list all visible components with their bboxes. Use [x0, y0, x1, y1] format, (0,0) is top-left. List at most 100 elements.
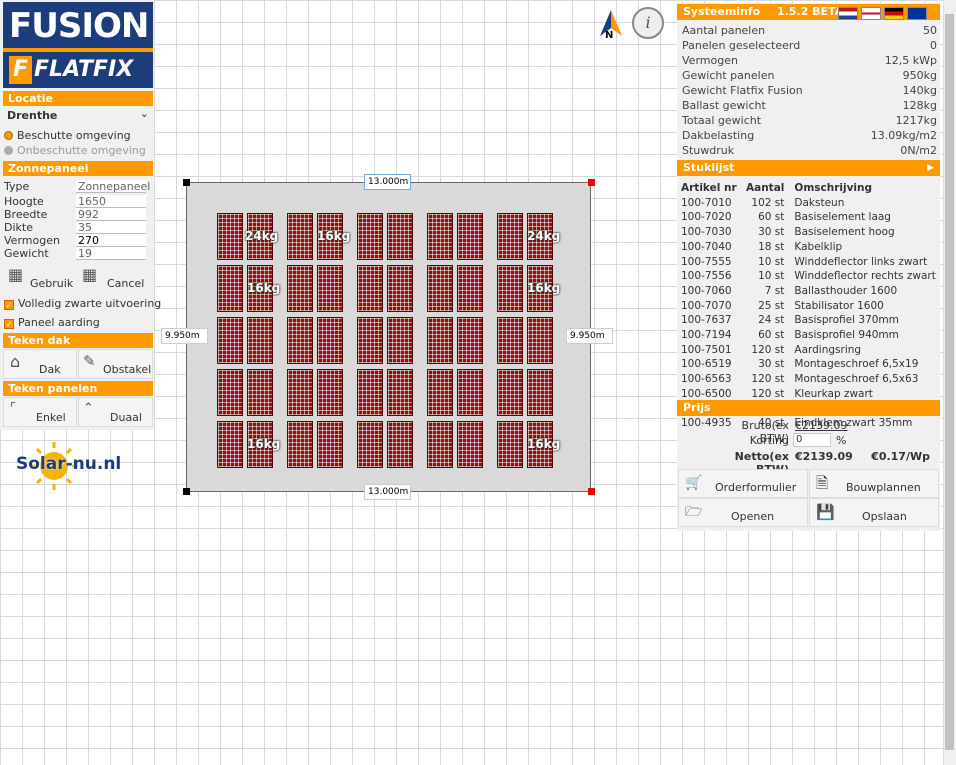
solar-panel[interactable] [387, 317, 413, 364]
arrow-right-icon[interactable]: ▶ [927, 160, 934, 176]
corner-handle[interactable] [183, 179, 190, 186]
solar-panel[interactable] [457, 369, 483, 416]
solar-panel[interactable] [287, 213, 313, 260]
solar-panel[interactable] [287, 369, 313, 416]
solar-panel[interactable] [357, 317, 383, 364]
dim-left-input[interactable]: 9.950m [161, 328, 208, 344]
solar-panel[interactable] [247, 369, 273, 416]
solar-panel[interactable] [357, 265, 383, 312]
label-dikte: Dikte [4, 221, 33, 234]
solar-panel[interactable] [427, 265, 453, 312]
solar-panel[interactable] [497, 213, 523, 260]
solar-panel[interactable] [317, 265, 343, 312]
solar-panel[interactable] [217, 369, 243, 416]
roof-area[interactable]: 24kg 16kg 24kg 16kg 16kg 16kg 16kg [186, 182, 591, 492]
ballast-weight-label: 16kg [247, 281, 281, 295]
solar-panel[interactable] [497, 369, 523, 416]
table-row: 100-7637 24 st Basisprofiel 370mm [681, 314, 936, 327]
table-row: 100-6500 120 st Kleurkap zwart [681, 388, 936, 401]
solar-panel[interactable] [427, 317, 453, 364]
solar-panel[interactable] [457, 213, 483, 260]
solar-panel[interactable] [317, 421, 343, 468]
solar-panel[interactable] [317, 317, 343, 364]
right-panel: Systeeminfo 1.5.2 BETA Aantal panelen 50 P… [677, 3, 940, 531]
solar-panel[interactable] [317, 369, 343, 416]
duaal-button[interactable]: ⌃ Duaal [78, 397, 153, 427]
info-row: Gewicht panelen 950kg [682, 68, 937, 83]
corner-handle[interactable] [588, 488, 595, 495]
solar-panel[interactable] [497, 317, 523, 364]
hoogte-field[interactable]: 1650 [76, 195, 146, 208]
solar-panel[interactable] [287, 317, 313, 364]
cell-artikel: 100-7556 [681, 270, 732, 283]
dak-button[interactable]: ⌂ Dak [3, 349, 77, 379]
systeeminfo-header: Systeeminfo 1.5.2 BETA [677, 4, 940, 20]
solar-panel[interactable] [387, 421, 413, 468]
solar-panel[interactable] [427, 369, 453, 416]
stuklijst-header[interactable]: Stuklijst ▶ [677, 160, 940, 176]
solar-panel[interactable] [527, 369, 553, 416]
info-label: Vermogen [682, 54, 738, 67]
solar-panel[interactable] [497, 421, 523, 468]
orderformulier-button[interactable]: 🛒 Orderformulier [678, 469, 808, 498]
solar-panel[interactable] [217, 317, 243, 364]
cancel-button[interactable]: ▦ Cancel [82, 265, 148, 290]
solar-panel[interactable] [357, 369, 383, 416]
scrollbar-thumb[interactable] [945, 14, 954, 750]
openen-button[interactable]: 🗁 Openen [678, 498, 808, 527]
solar-panel[interactable] [357, 421, 383, 468]
corner-handle[interactable] [183, 488, 190, 495]
solar-panel[interactable] [387, 265, 413, 312]
breedte-field[interactable]: 992 [76, 208, 146, 221]
gebruik-button[interactable]: ▦ Gebruik [8, 265, 74, 290]
dim-right-input[interactable]: 9.950m [566, 328, 613, 344]
solar-panel[interactable] [457, 317, 483, 364]
obstakel-label: Obstakel [103, 363, 152, 376]
checkbox-checked-icon: ✓ [4, 319, 14, 329]
radio-onbeschut[interactable]: Onbeschutte omgeving [4, 144, 146, 157]
solar-panel[interactable] [287, 421, 313, 468]
flag-uk-icon[interactable] [861, 6, 881, 20]
korting-input[interactable]: 0 [793, 433, 831, 447]
dim-top-input[interactable]: 13.000m [364, 174, 411, 190]
flag-nl-icon[interactable] [838, 6, 858, 20]
prijs-header: Prijs [677, 400, 940, 416]
solar-panel[interactable] [387, 369, 413, 416]
flag-eu-icon[interactable] [907, 6, 927, 20]
bouwplannen-button[interactable]: 🗎 Bouwplannen [809, 469, 939, 498]
netto-value: €2139.09 [795, 450, 853, 463]
table-row: 100-7070 25 st Stabilisator 1600 [681, 300, 936, 313]
check-zwart[interactable]: ✓ Volledig zwarte uitvoering [4, 297, 161, 310]
solar-panel[interactable] [387, 213, 413, 260]
enkel-button[interactable]: ⌜ Enkel [3, 397, 77, 427]
solar-panel[interactable] [527, 317, 553, 364]
solar-panel[interactable] [247, 317, 273, 364]
gewicht-field[interactable]: 19 [76, 247, 146, 260]
solar-panel[interactable] [457, 421, 483, 468]
solar-panel[interactable] [427, 213, 453, 260]
info-value: 140kg [902, 84, 937, 97]
solar-panel[interactable] [217, 421, 243, 468]
solar-panel[interactable] [217, 213, 243, 260]
obstakel-button[interactable]: ✎ Obstakel [78, 349, 153, 379]
solar-panel[interactable] [287, 265, 313, 312]
solar-panel[interactable] [357, 213, 383, 260]
opslaan-button[interactable]: 💾 Opslaan [809, 498, 939, 527]
province-select[interactable]: Drenthe ⌄ [3, 107, 153, 124]
corner-handle[interactable] [588, 179, 595, 186]
type-field[interactable]: Zonnepaneel [76, 180, 150, 193]
solar-panel[interactable] [217, 265, 243, 312]
dim-bottom-input[interactable]: 13.000m [364, 484, 411, 500]
flag-de-icon[interactable] [884, 6, 904, 20]
solar-panel[interactable] [457, 265, 483, 312]
check-aarding[interactable]: ✓ Paneel aarding [4, 316, 100, 329]
solar-panel[interactable] [497, 265, 523, 312]
cell-artikel: 100-7070 [681, 299, 732, 312]
vermogen-field[interactable]: 270 [76, 234, 146, 247]
info-button[interactable]: i [632, 7, 664, 39]
dikte-field[interactable]: 35 [76, 221, 146, 234]
single-panel-icon: ⌜ [10, 401, 17, 416]
radio-beschut[interactable]: Beschutte omgeving [4, 129, 131, 142]
solar-panel[interactable] [427, 421, 453, 468]
order-label: Orderformulier [715, 481, 797, 494]
